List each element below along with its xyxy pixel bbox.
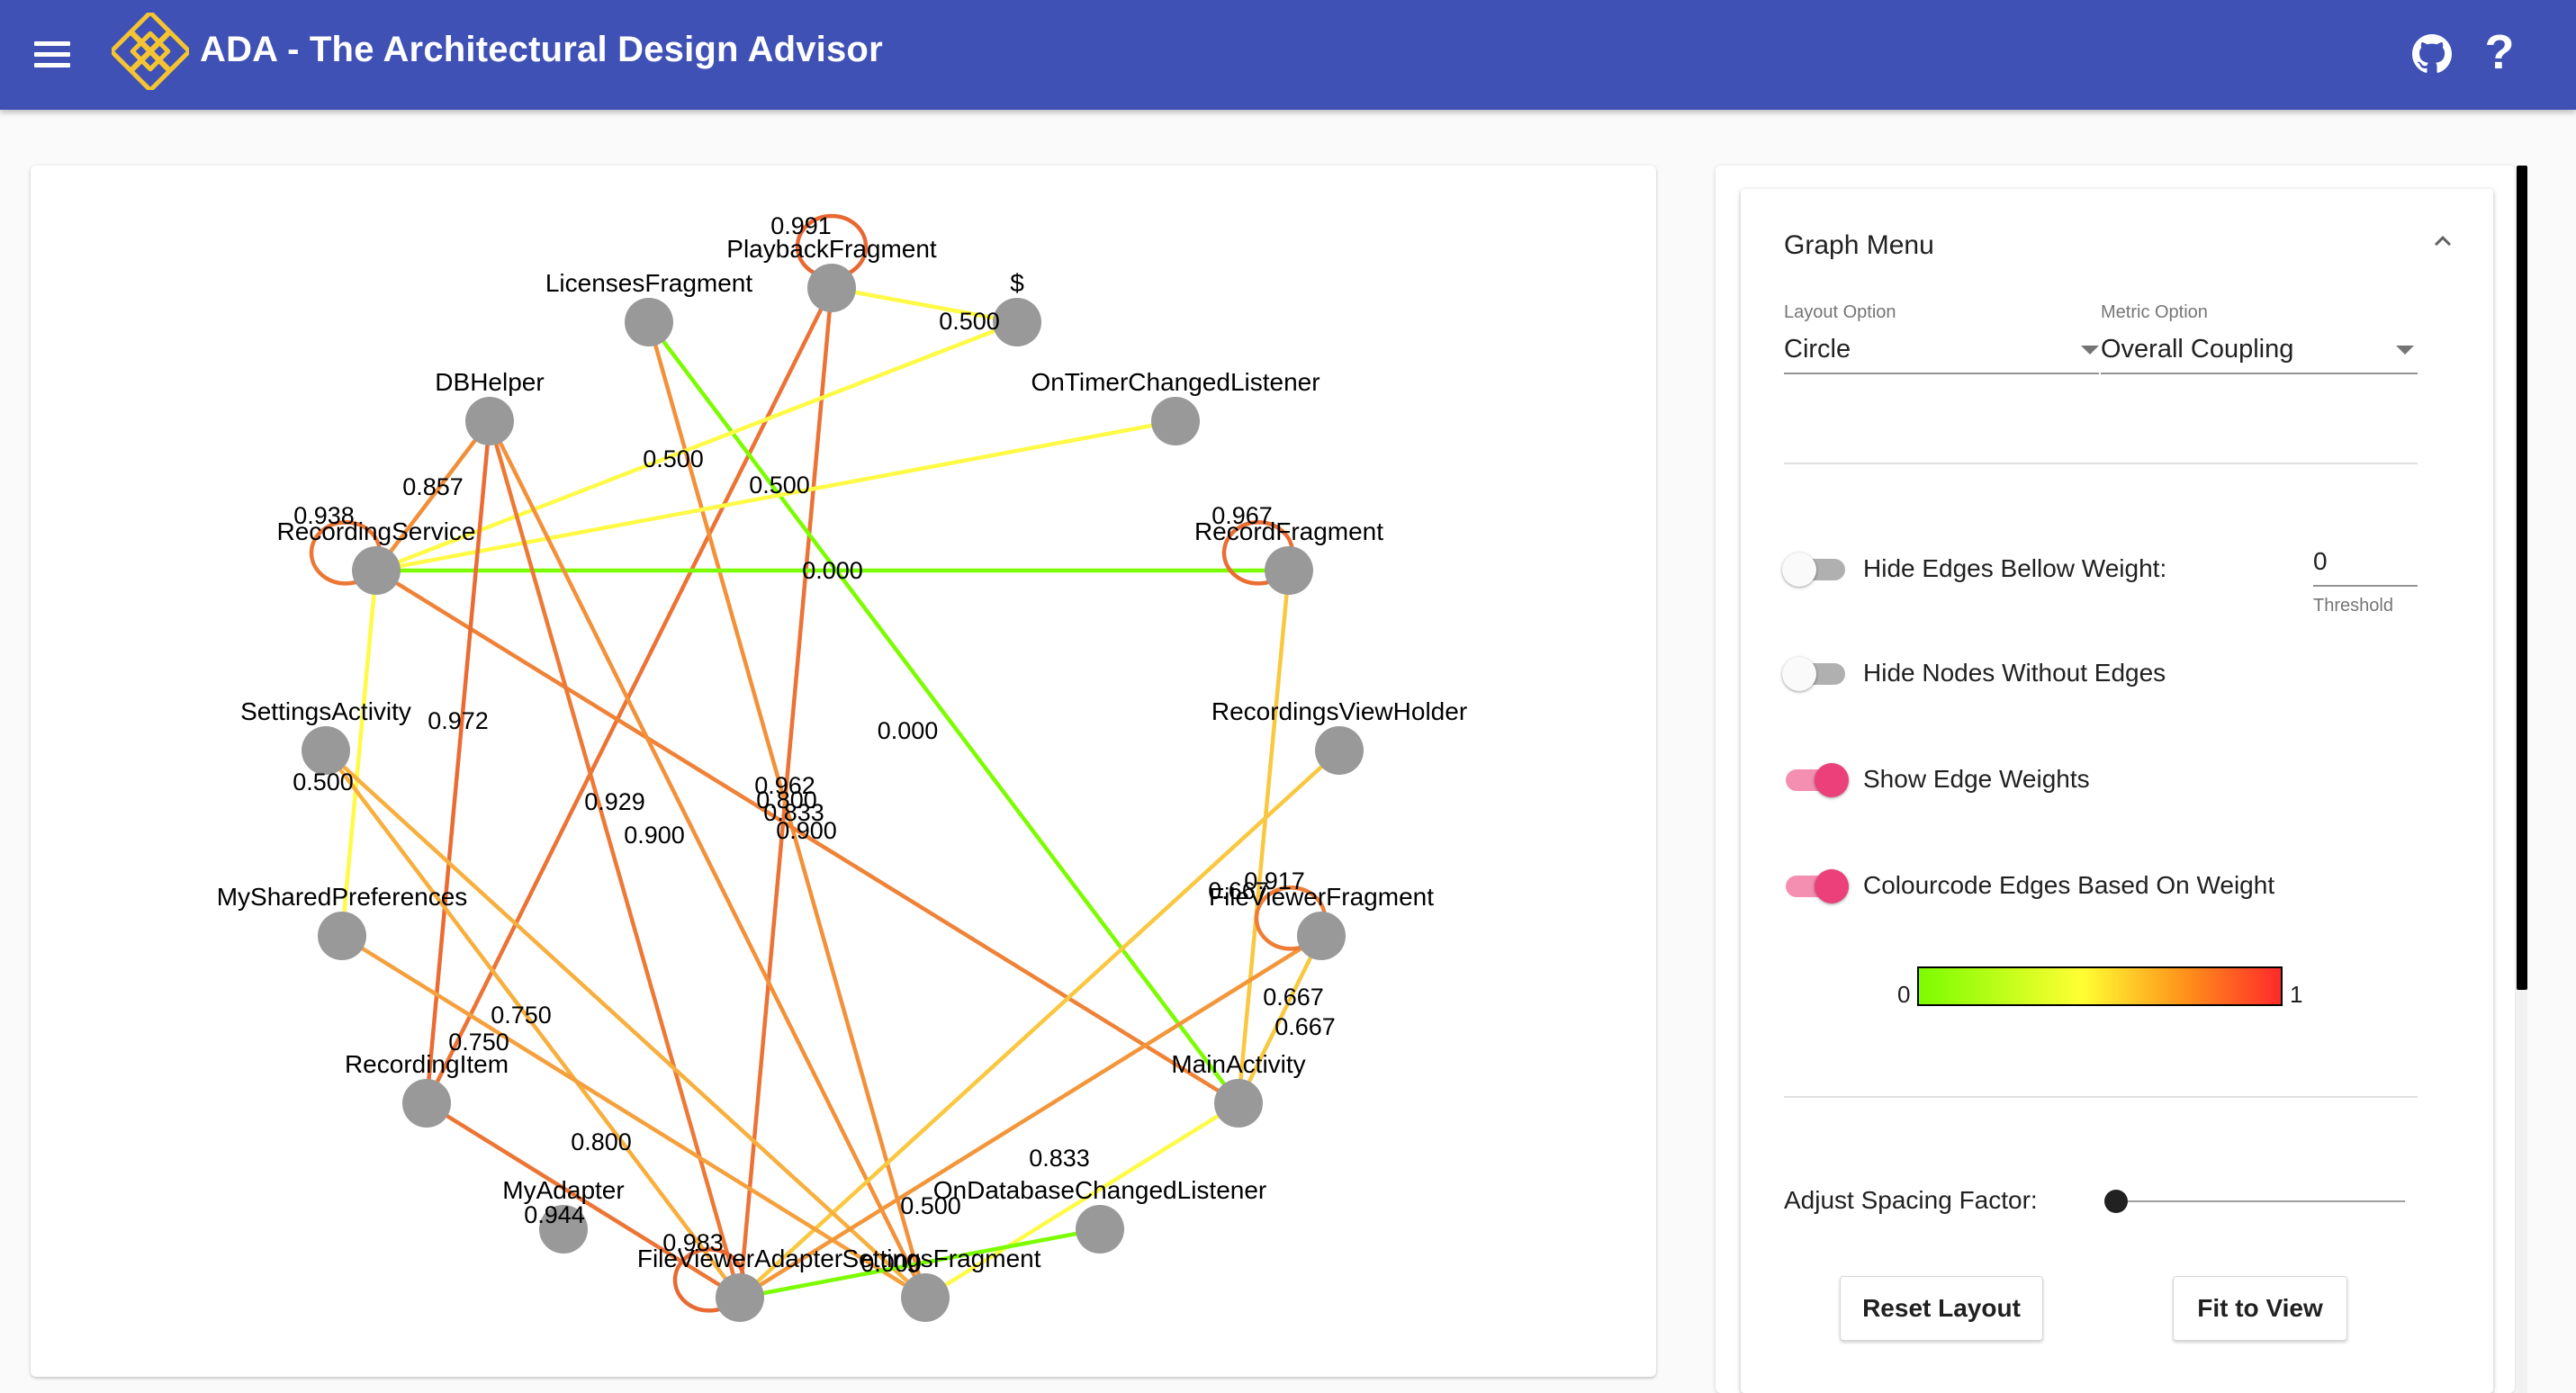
graph-node[interactable] [1151, 397, 1200, 445]
edge-weight-label: 0.857 [402, 473, 464, 500]
show-edge-weights-toggle[interactable] [1782, 759, 1851, 799]
node-label: DBHelper [435, 368, 544, 396]
threshold-underline [2313, 585, 2418, 587]
edge-weight-label: 0.929 [584, 788, 645, 815]
graph-node[interactable] [716, 1273, 764, 1322]
graph-node[interactable] [993, 298, 1041, 346]
node-label: OnDatabaseChangedListener [933, 1176, 1266, 1204]
self-loop-weight-label: 0.917 [1244, 867, 1305, 894]
spacing-slider-thumb[interactable] [2104, 1190, 2128, 1213]
reset-layout-button[interactable]: Reset Layout [1840, 1276, 2043, 1341]
edge-weight-label: 0.667 [1274, 1013, 1336, 1040]
colourcode-edges-label: Colourcode Edges Based On Weight [1863, 871, 2275, 899]
menu-divider [1784, 1096, 2418, 1098]
layout-option-select[interactable] [1784, 297, 2099, 374]
graph-node[interactable] [901, 1273, 950, 1322]
edge-weight-label: 0.000 [860, 1250, 922, 1277]
node-label: PlaybackFragment [726, 235, 937, 263]
app-bar: ADA - The Architectural Design Advisor ? [0, 0, 2576, 110]
graph-node[interactable] [625, 298, 673, 346]
edge-weight-label: 0.900 [776, 817, 837, 844]
graph-edge[interactable] [647, 320, 1240, 1105]
graph-canvas[interactable]: LicensesFragment PlaybackFragment $ DBHelpe… [31, 166, 1656, 1377]
graph-node[interactable] [1315, 726, 1364, 775]
node-label: RecordingsViewHolder [1211, 697, 1467, 725]
fit-to-view-button[interactable]: Fit to View [2173, 1276, 2347, 1341]
show-edge-weights-label: Show Edge Weights [1863, 765, 2090, 793]
scale-max-label: 1 [2290, 981, 2303, 1008]
graph-node[interactable] [318, 912, 366, 960]
spacing-factor-label: Adjust Spacing Factor: [1784, 1186, 2038, 1214]
graph-node[interactable] [1265, 546, 1313, 595]
graph-node[interactable] [1297, 912, 1346, 960]
github-icon[interactable] [2412, 34, 2452, 74]
threshold-helper-text: Threshold [2313, 596, 2393, 616]
colourcode-edges-toggle[interactable] [1782, 866, 1851, 905]
side-scrollbar-thumb[interactable] [2517, 166, 2527, 990]
node-label: MyAdapter [502, 1176, 624, 1204]
edge-weight-label: 0.900 [624, 822, 685, 849]
edge-weight-label: 0.667 [1263, 984, 1324, 1011]
graph-node[interactable] [807, 264, 856, 312]
edge-weight-label: 0.500 [900, 1192, 961, 1219]
hamburger-menu-icon[interactable] [34, 36, 72, 74]
help-question-icon[interactable]: ? [2477, 25, 2522, 79]
self-loop-weight-label: 0.938 [293, 502, 355, 529]
edge-weight-label: 0.500 [939, 308, 1000, 335]
threshold-input[interactable]: 0 [2313, 547, 2328, 576]
edge-weight-label: 0.500 [293, 768, 354, 795]
spacing-slider-rail[interactable] [2115, 1200, 2405, 1202]
app-title: ADA - The Architectural Design Advisor [200, 30, 883, 69]
hide-nodes-label: Hide Nodes Without Edges [1863, 659, 2166, 687]
hide-edges-toggle[interactable] [1782, 549, 1851, 589]
edge-weight-label: 0.750 [491, 1002, 552, 1029]
menu-divider [1784, 463, 2418, 464]
node-label: OnTimerChangedListener [1031, 368, 1320, 396]
metric-option-select[interactable] [2101, 297, 2418, 374]
edge-weight-label: 0.833 [1029, 1145, 1090, 1172]
graph-node[interactable] [302, 726, 350, 775]
graph-node[interactable] [465, 397, 514, 445]
self-loop-weight-label: 0.967 [1211, 502, 1273, 529]
self-loop-weight-label: 0.991 [770, 212, 832, 239]
hide-nodes-toggle[interactable] [1782, 653, 1851, 693]
graph-node[interactable] [1076, 1205, 1124, 1254]
edge-weight-label: 0.800 [571, 1128, 632, 1155]
node-label: $ [1010, 269, 1024, 297]
edge-weight-label: 0.750 [448, 1029, 509, 1056]
edge-weight-label: 0.500 [643, 445, 704, 472]
edge-weight-label: 0.000 [878, 717, 939, 744]
node-label: SettingsActivity [240, 697, 411, 725]
graph-node[interactable] [352, 546, 401, 595]
node-label: LicensesFragment [545, 269, 753, 297]
edge-weight-label: 0.500 [749, 472, 810, 499]
dependency-graph[interactable]: LicensesFragment PlaybackFragment $ DBHelpe… [31, 166, 1656, 1377]
graph-edge[interactable] [487, 419, 928, 1299]
node-label: MySharedPreferences [217, 883, 468, 911]
edge-weight-label: 0.972 [428, 707, 489, 734]
hide-edges-label: Hide Edges Bellow Weight: [1863, 554, 2167, 582]
graph-node[interactable] [1214, 1079, 1263, 1128]
node-label: MainActivity [1171, 1050, 1305, 1078]
edge-weight-label: 0.000 [802, 557, 863, 584]
graph-menu-title: Graph Menu [1784, 230, 1934, 260]
edge-weight-label: 0.944 [524, 1201, 585, 1228]
self-loop-weight-label: 0.983 [662, 1229, 724, 1256]
weight-colour-scale [1917, 966, 2283, 1006]
ada-logo-icon [112, 13, 189, 90]
scale-min-label: 0 [1897, 981, 1911, 1008]
chevron-up-icon[interactable] [2427, 225, 2459, 257]
graph-node[interactable] [402, 1079, 451, 1128]
